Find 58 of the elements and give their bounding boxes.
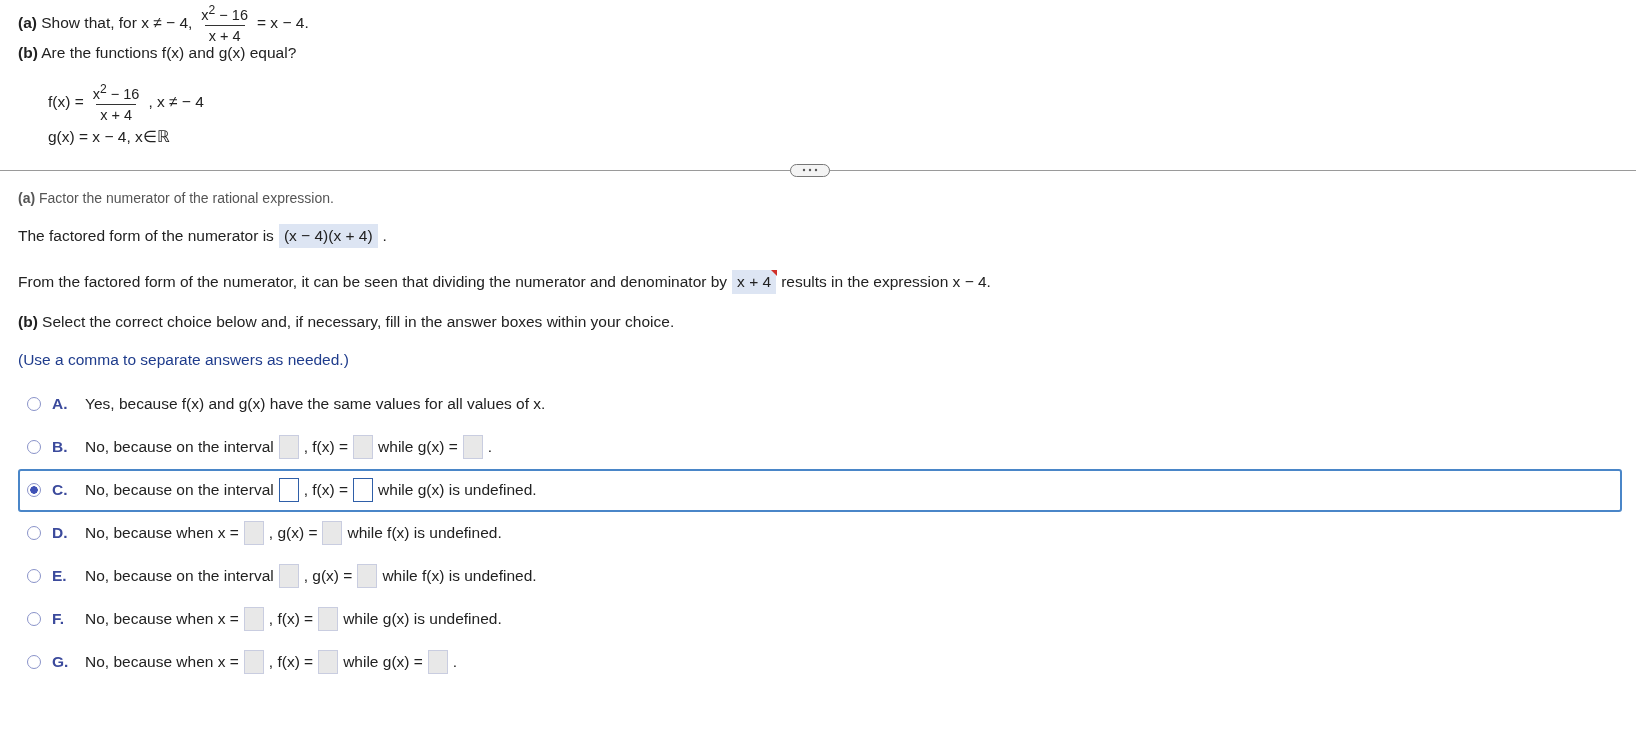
question-text: (a) Show that, for x ≠ − 4, — [18, 14, 193, 32]
answer-box[interactable] — [278, 478, 299, 503]
choice-letter: F. — [52, 610, 66, 629]
choice-text: No, because on the interval — [85, 567, 274, 586]
choice-text: while g(x) is undefined. — [343, 610, 502, 629]
question-text: (b) Are the functions f(x) and g(x) equal? — [18, 44, 297, 62]
punctuation: . — [382, 226, 387, 245]
answer-choice[interactable]: F. No, because when x = , f(x) = while g(x) is undefined. — [18, 597, 1622, 641]
answer-choice[interactable]: C. No, because on the interval , f(x) = while g(x) is undefined. — [18, 468, 1622, 512]
answer-choice[interactable]: G. No, because when x = , f(x) = while g(x) = . — [18, 640, 1622, 684]
instruction-text: (b) Select the correct choice below and, if necessary, fill in the answer boxes within your choice. — [18, 312, 675, 331]
choice-text: , f(x) = — [268, 610, 314, 629]
choice-text: No, because when x = — [85, 524, 239, 543]
choice-letter: C. — [52, 481, 69, 500]
choice-text: Yes, because f(x) and g(x) have the same values for all values of x. — [85, 395, 546, 414]
equation-text: = x − 4. — [257, 14, 309, 32]
choice-text: while g(x) = — [378, 438, 458, 457]
expand-handle[interactable] — [790, 163, 830, 177]
choice-letter: B. — [52, 438, 69, 457]
step-heading: (a) Factor the numerator of the rational expression. — [18, 189, 334, 206]
choice-text: No, because on the interval — [85, 481, 274, 500]
choice-text: . — [487, 438, 493, 457]
choice-text: while g(x) = — [343, 653, 423, 672]
fraction-numerator: x$^{2}$ − 16 — [91, 81, 141, 104]
choice-text: , g(x) = — [303, 567, 353, 586]
function-definition: f(x) = — [48, 92, 84, 111]
solution-text: results in the expression x − 4. — [781, 272, 991, 291]
answer-value: x + 4 — [732, 269, 777, 294]
choice-text: while f(x) is undefined. — [382, 567, 537, 586]
answer-choice[interactable]: A. Yes, because f(x) and g(x) have the same values for all values of x. — [18, 382, 1622, 426]
choice-letter: E. — [52, 567, 68, 586]
fraction-denominator: x + 4 — [96, 103, 136, 124]
choice-text: , f(x) = — [303, 481, 349, 500]
function-definition: g(x) = x − 4, x∈ℝ — [48, 127, 170, 146]
choice-text: . — [452, 653, 458, 672]
answer-choice[interactable]: B. No, because on the interval , f(x) = while g(x) = . — [18, 425, 1622, 469]
choice-text: , g(x) = — [268, 524, 318, 543]
fraction-numerator: x$^{2}$ − 16 — [200, 2, 249, 25]
choice-text: No, because when x = — [85, 653, 239, 672]
choice-letter: A. — [52, 395, 69, 414]
answer-choice[interactable]: D. No, because when x = , g(x) = while f(x) is undefined. — [18, 511, 1622, 555]
answer-choice[interactable]: E. No, because on the interval , g(x) = while f(x) is undefined. — [18, 554, 1622, 598]
choice-text: No, because on the interval — [85, 438, 274, 457]
choice-text: , f(x) = — [303, 438, 349, 457]
hint-text: (Use a comma to separate answers as needed.) — [18, 350, 349, 369]
answer-box[interactable] — [353, 478, 374, 503]
fraction-denominator: x + 4 — [204, 24, 245, 45]
choice-text: while g(x) is undefined. — [378, 481, 537, 500]
answer-value: (x − 4)(x + 4) — [278, 223, 378, 248]
radio-button[interactable] — [27, 483, 41, 498]
choice-text: No, because when x = — [85, 610, 239, 629]
choice-text: , f(x) = — [268, 653, 314, 672]
choice-text: while f(x) is undefined. — [347, 524, 502, 543]
choice-letter: D. — [52, 524, 69, 543]
choice-letter: G. — [52, 653, 70, 672]
solution-text: From the factored form of the numerator, it can be seen that dividing the numerator and denominator by — [18, 272, 728, 291]
domain-condition: , x ≠ − 4 — [148, 92, 204, 111]
solution-text: The factored form of the numerator is — [18, 226, 274, 245]
